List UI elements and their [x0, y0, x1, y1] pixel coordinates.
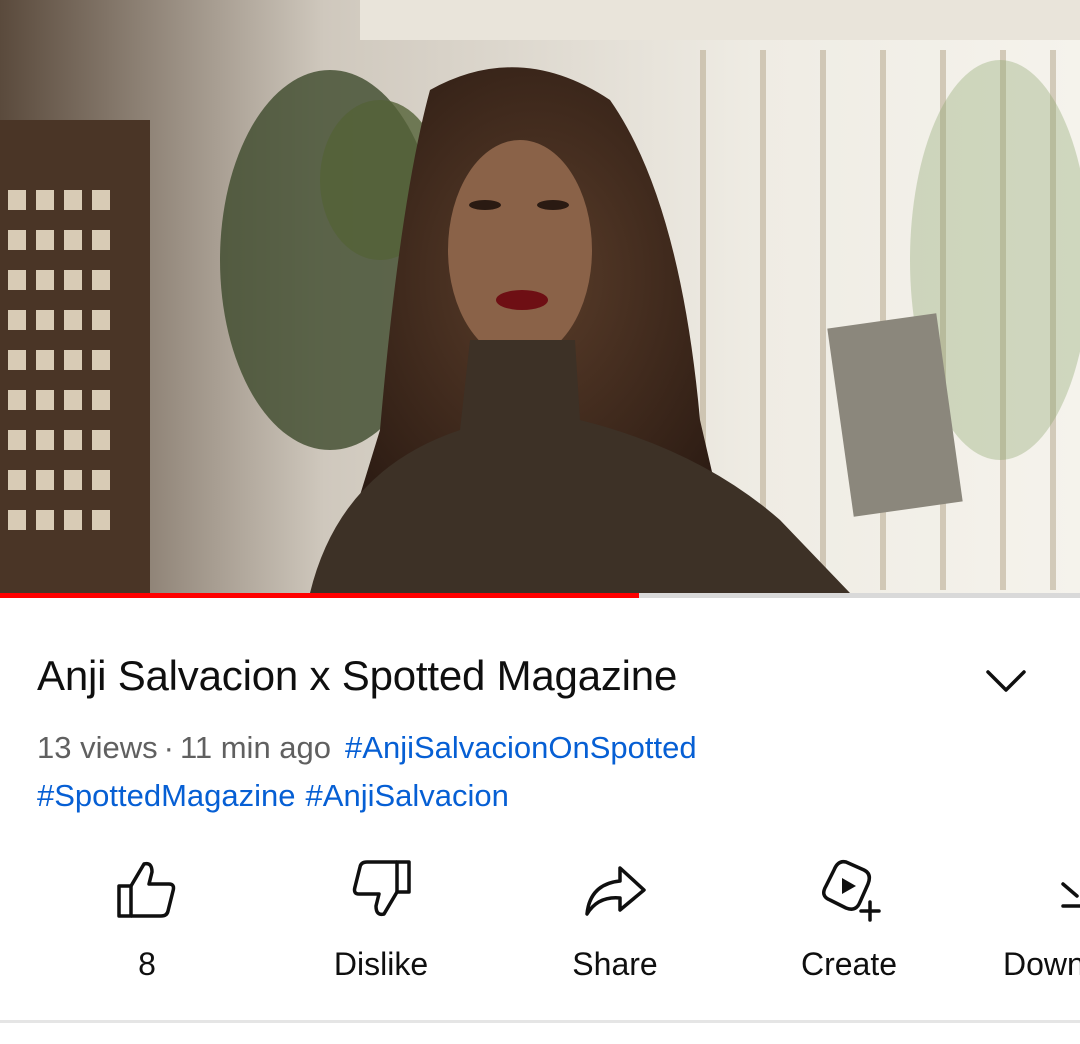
video-frame-image: [0, 0, 1080, 593]
download-button[interactable]: Down: [973, 850, 1080, 990]
create-button[interactable]: Create: [739, 850, 959, 990]
share-icon: [585, 866, 646, 916]
expand-description-button[interactable]: [980, 660, 1032, 704]
share-label: Share: [572, 946, 658, 982]
video-title[interactable]: Anji Salvacion x Spotted Magazine: [37, 648, 937, 704]
progress-played: [0, 593, 640, 598]
create-label: Create: [800, 946, 898, 982]
download-label: Down: [1003, 946, 1080, 982]
hashtag-link[interactable]: #AnjiSalvacion: [306, 778, 509, 813]
hashtag-link[interactable]: #SpottedMagazine: [37, 778, 296, 813]
like-button[interactable]: 8: [37, 850, 257, 990]
dislike-button[interactable]: Dislike: [271, 850, 491, 990]
video-player[interactable]: [0, 0, 1080, 593]
upload-age: 11 min ago: [179, 730, 332, 765]
chevron-down-icon: [986, 670, 1026, 692]
section-divider: [0, 1020, 1080, 1023]
action-bar: 8 Dislike Share Create Down: [0, 850, 1080, 990]
meta-separator: ·: [163, 730, 174, 765]
create-icon: [822, 859, 881, 922]
hashtag-link[interactable]: #AnjiSalvacionOnSpotted: [345, 730, 697, 765]
share-button[interactable]: Share: [505, 850, 725, 990]
video-metadata: 13 views · 11 min ago #AnjiSalvacionOnSpott…: [37, 724, 1037, 820]
view-count: 13 views: [37, 730, 158, 765]
video-progress-bar[interactable]: [0, 593, 1080, 598]
download-icon: [1061, 882, 1080, 908]
dislike-label: Dislike: [333, 946, 429, 982]
thumbs-up-icon: [117, 861, 176, 918]
like-count: 8: [138, 946, 156, 982]
thumbs-down-icon: [352, 860, 411, 917]
